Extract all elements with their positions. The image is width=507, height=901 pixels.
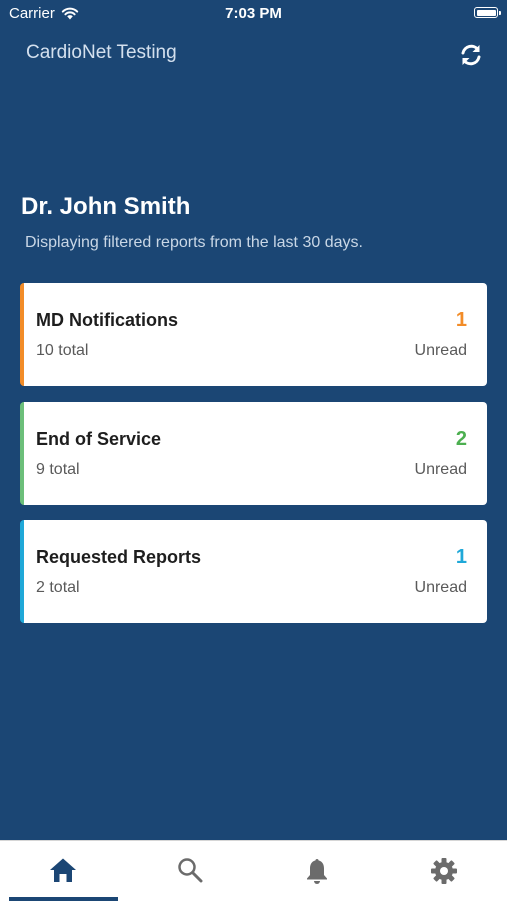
unread-label: Unread <box>414 342 467 359</box>
card-end-of-service[interactable]: End of Service 2 9 total Unread <box>20 402 487 505</box>
tab-bar <box>0 840 507 901</box>
bell-icon <box>307 859 327 884</box>
tab-notifications[interactable] <box>254 841 380 901</box>
filter-note: Displaying filtered reports from the las… <box>25 234 363 251</box>
unread-label: Unread <box>414 579 467 596</box>
refresh-icon <box>461 44 481 66</box>
active-tab-indicator <box>9 897 118 901</box>
total-count: 9 total <box>36 461 80 478</box>
unread-count: 1 <box>455 546 467 568</box>
user-name: Dr. John Smith <box>21 193 191 220</box>
search-icon <box>178 858 203 883</box>
tab-settings[interactable] <box>381 841 507 901</box>
refresh-button[interactable] <box>458 42 484 68</box>
card-md-notifications[interactable]: MD Notifications 1 10 total Unread <box>20 283 487 386</box>
gear-icon <box>431 858 457 884</box>
status-bar: Carrier 7:03 PM <box>0 0 507 28</box>
tab-search[interactable] <box>127 841 253 901</box>
status-time: 7:03 PM <box>225 5 282 22</box>
card-title: MD Notifications <box>36 310 178 330</box>
unread-label: Unread <box>414 461 467 478</box>
card-title: End of Service <box>36 429 162 449</box>
unread-count: 1 <box>455 309 467 331</box>
card-requested-reports[interactable]: Requested Reports 1 2 total Unread <box>20 520 487 623</box>
card-title: Requested Reports <box>36 547 202 567</box>
app-title: CardioNet Testing <box>26 42 177 63</box>
home-icon <box>50 858 76 882</box>
total-count: 2 total <box>36 579 80 596</box>
battery-icon <box>474 7 501 18</box>
unread-count: 2 <box>455 428 467 450</box>
tab-home[interactable] <box>0 841 126 901</box>
total-count: 10 total <box>36 342 89 359</box>
